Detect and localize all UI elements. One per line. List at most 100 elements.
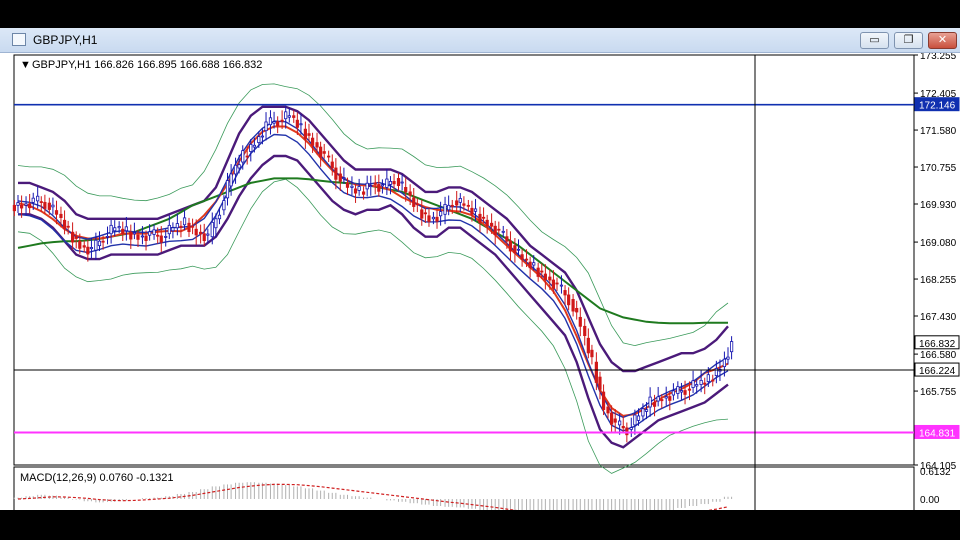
candle-body — [295, 119, 299, 128]
price-chart-svg[interactable]: 173.255172.405171.580170.755169.930169.0… — [0, 51, 960, 535]
candle-body — [481, 216, 486, 219]
candle-body — [439, 211, 443, 217]
candle-body — [12, 204, 16, 212]
candle-body — [485, 219, 489, 227]
candle-body — [548, 276, 552, 281]
candle-body — [493, 225, 497, 236]
candle-body — [249, 143, 253, 152]
candle-body — [194, 228, 198, 236]
candle-body — [559, 284, 564, 287]
candle-body — [501, 230, 505, 233]
candle-body — [199, 231, 203, 235]
candle-body — [415, 203, 419, 206]
candle-body — [287, 115, 291, 118]
current-price-tag: 166.832 — [919, 339, 956, 350]
candle-body — [322, 151, 326, 154]
candle-body — [455, 200, 459, 206]
candle-body — [462, 203, 466, 206]
chart-window-icon — [12, 33, 26, 46]
minimize-button[interactable]: ▭ — [860, 32, 889, 49]
candle-body — [148, 231, 152, 236]
candle-body — [210, 221, 214, 238]
candle-body — [237, 164, 241, 169]
candle-body — [629, 427, 633, 430]
main-plot-frame — [13, 54, 915, 466]
candle-body — [726, 356, 730, 360]
candle-body — [578, 316, 582, 327]
candle-body — [703, 382, 707, 385]
candle-body — [606, 406, 610, 414]
candle-body — [369, 185, 373, 188]
candle-body — [392, 181, 396, 185]
header-arrow[interactable]: ▼ — [20, 59, 31, 71]
candle-body — [540, 270, 544, 273]
candle-body — [408, 191, 412, 196]
candle-body — [51, 204, 55, 208]
candle-body — [385, 178, 389, 188]
candle-body — [435, 216, 439, 222]
candle-body — [24, 203, 28, 206]
candle-body — [124, 226, 128, 232]
window-title: GBPJPY,H1 — [33, 33, 98, 47]
candle-body — [78, 240, 82, 249]
candle-body — [641, 408, 645, 417]
candle-body — [601, 391, 606, 411]
candle-body — [140, 235, 145, 238]
candle-body — [458, 198, 462, 203]
candle-body — [182, 217, 187, 226]
price-axis-label: 171.580 — [920, 126, 957, 137]
candle-body — [513, 245, 517, 254]
candle-body — [132, 232, 136, 235]
candle-body — [636, 415, 641, 421]
candle-body — [82, 245, 86, 248]
candle-body — [711, 379, 715, 382]
candle-body — [404, 187, 408, 193]
restore-button[interactable]: ❐ — [894, 32, 923, 49]
candle-body — [644, 409, 649, 412]
candle-body — [575, 307, 579, 313]
candle-body — [652, 402, 657, 407]
candle-body — [505, 236, 509, 242]
candle-body — [621, 425, 625, 429]
candle-body — [497, 228, 501, 231]
candle-body — [473, 208, 478, 212]
candle-body — [327, 155, 331, 158]
close-button[interactable]: ✕ — [928, 32, 957, 49]
candle-body — [660, 399, 664, 402]
price-axis-label: 165.755 — [920, 387, 957, 398]
candle-body — [334, 167, 338, 180]
candle-body — [233, 164, 238, 175]
candle-body — [222, 200, 226, 211]
candle-body — [373, 182, 377, 185]
candle-body — [722, 358, 727, 368]
candle-body — [683, 390, 687, 395]
price-axis-label: 166.580 — [920, 350, 957, 361]
candle-body — [310, 137, 315, 146]
candle-body — [706, 374, 710, 382]
candle-body — [528, 261, 532, 269]
candle-body — [54, 210, 59, 215]
candle-body — [520, 254, 524, 260]
candle-body — [431, 216, 436, 220]
candle-body — [264, 121, 268, 132]
price-axis-label: 169.080 — [920, 238, 957, 249]
candle-body — [361, 191, 366, 195]
candle-body — [303, 128, 307, 140]
candle-body — [353, 188, 358, 194]
candle-body — [466, 204, 470, 207]
candle-body — [594, 361, 598, 383]
candle-body — [648, 396, 652, 408]
candle-body — [563, 290, 567, 296]
candle-body — [101, 240, 105, 243]
candle-body — [664, 396, 668, 399]
chart-area[interactable]: 173.255 172.405 171.580 170.755 169.930 169.0… — [0, 51, 960, 535]
candle-body — [59, 213, 63, 218]
candle-body — [179, 225, 183, 228]
candle-body — [299, 123, 303, 126]
candle-body — [478, 213, 482, 224]
window-titlebar[interactable]: GBPJPY,H1 ▭ ❐ ✕ — [0, 28, 960, 53]
macd-axis-label: 0.6132 — [920, 467, 951, 478]
candle-body — [252, 144, 256, 148]
price-axis-label: 173.255 — [920, 53, 957, 62]
candle-body — [625, 427, 629, 436]
